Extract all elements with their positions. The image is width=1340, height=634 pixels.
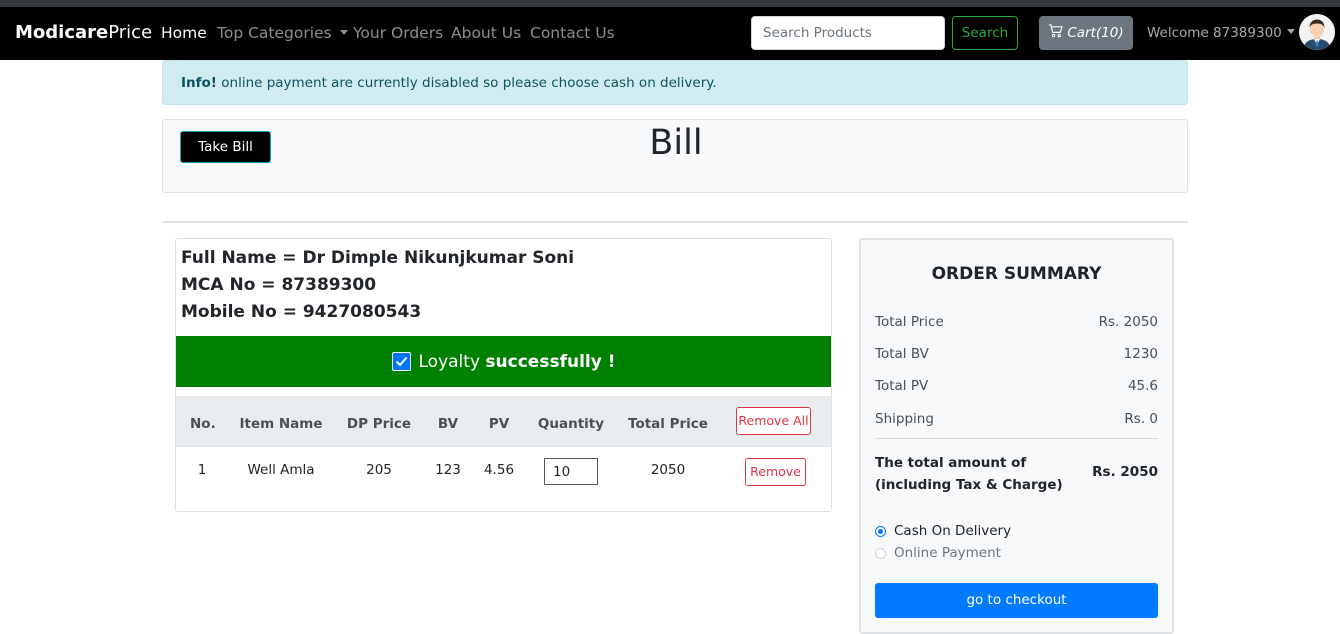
bill-details-card: Full Name = Dr Dimple Nikunjkumar Soni M… <box>175 238 832 512</box>
customer-full-name: Full Name = Dr Dimple Nikunjkumar Soni <box>181 248 575 268</box>
table-header: No. Item Name DP Price BV PV Quantity To… <box>176 396 831 447</box>
nav-your-orders[interactable]: Your Orders <box>353 24 443 42</box>
remove-all-button[interactable]: Remove All <box>736 407 811 435</box>
navbar: ModicarePrice Home Top Categories Your O… <box>0 7 1340 60</box>
take-bill-button[interactable]: Take Bill <box>180 131 271 163</box>
checkbox-icon[interactable] <box>391 352 411 371</box>
cart-icon <box>1048 24 1064 42</box>
search-input[interactable] <box>751 16 945 50</box>
radio-checked-icon[interactable] <box>875 525 886 537</box>
nav-home[interactable]: Home <box>161 24 207 42</box>
remove-button[interactable]: Remove <box>745 458 806 486</box>
summary-row-total-pv: Total PV 45.6 <box>875 378 1158 394</box>
order-summary-card: ORDER SUMMARY Total Price Rs. 2050 Total … <box>859 238 1174 634</box>
radio-unchecked-icon[interactable] <box>875 547 886 559</box>
checkout-button[interactable]: go to checkout <box>875 583 1158 618</box>
payment-option-cod[interactable]: Cash On Delivery <box>875 523 1011 539</box>
row-dp-price: 205 <box>366 462 392 478</box>
summary-row-total-bv: Total BV 1230 <box>875 346 1158 362</box>
info-alert: Info! online payment are currently disab… <box>162 60 1188 105</box>
customer-mca-no: MCA No = 87389300 <box>181 275 377 295</box>
payment-option-online[interactable]: Online Payment <box>875 545 1001 561</box>
quantity-input[interactable] <box>544 458 598 485</box>
row-total-price: 2050 <box>650 462 686 478</box>
column-header-bv: BV <box>437 416 459 432</box>
column-header-item-name: Item Name <box>239 416 323 432</box>
row-item-name: Well Amla <box>247 462 315 478</box>
alert-strong: Info! <box>181 75 217 91</box>
column-header-pv: PV <box>488 416 510 432</box>
page-title: Bill <box>649 123 703 163</box>
column-header-total-price: Total Price <box>628 416 708 432</box>
row-no: 1 <box>197 462 207 478</box>
nav-top-categories[interactable]: Top Categories <box>217 24 348 42</box>
cart-button[interactable]: Cart(10) <box>1039 16 1133 50</box>
summary-row-total-price: Total Price Rs. 2050 <box>875 314 1158 330</box>
bill-header-card: Bill Take Bill <box>162 119 1188 193</box>
customer-mobile-no: Mobile No = 9427080543 <box>181 302 422 322</box>
summary-total-label: The total amount of (including Tax & Cha… <box>875 455 1063 493</box>
column-header-quantity: Quantity <box>537 416 605 432</box>
order-summary-title: ORDER SUMMARY <box>931 264 1102 284</box>
avatar-icon[interactable] <box>1299 14 1335 50</box>
chevron-down-icon <box>1286 29 1295 34</box>
column-header-no: No. <box>190 416 216 432</box>
row-bv: 123 <box>435 462 461 478</box>
browser-top-strip <box>0 0 1340 7</box>
divider <box>162 221 1188 223</box>
nav-contact-us[interactable]: Contact Us <box>530 24 615 42</box>
summary-total-value: Rs. 2050 <box>1092 464 1158 480</box>
user-menu[interactable]: Welcome 87389300 <box>1147 25 1295 41</box>
loyalty-text: Loyalty successfully ! <box>418 351 616 372</box>
nav-about-us[interactable]: About Us <box>451 24 521 42</box>
cart-label: Cart(10) <box>1067 25 1124 41</box>
brand-logo[interactable]: ModicarePrice <box>15 22 152 43</box>
row-pv: 4.56 <box>483 462 515 478</box>
summary-row-shipping: Shipping Rs. 0 <box>875 411 1158 427</box>
search-button[interactable]: Search <box>952 16 1018 50</box>
alert-text: online payment are currently disabled so… <box>221 75 717 91</box>
summary-divider <box>875 438 1158 439</box>
chevron-down-icon <box>339 30 348 35</box>
loyalty-banner: Loyalty successfully ! <box>176 336 831 387</box>
column-header-dp-price: DP Price <box>346 416 412 432</box>
